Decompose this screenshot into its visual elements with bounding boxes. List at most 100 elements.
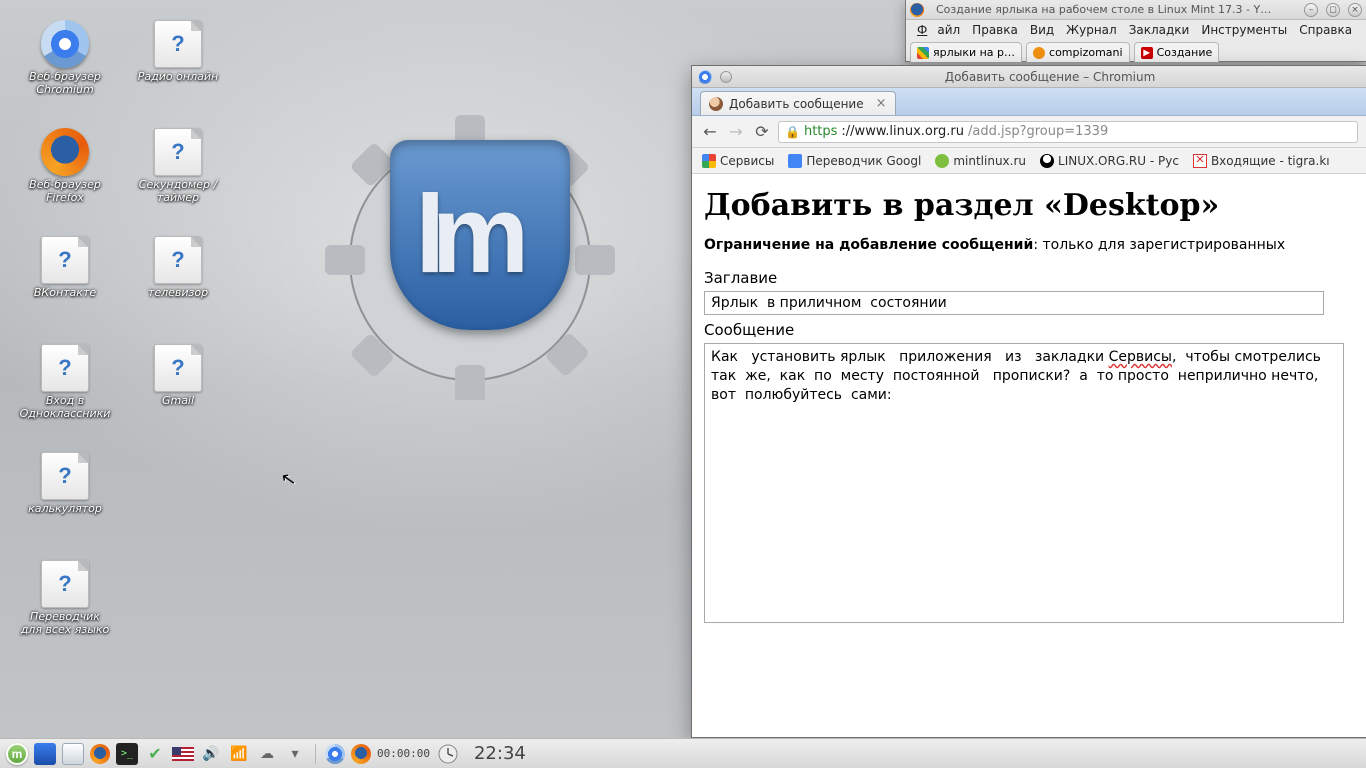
firefox-tab[interactable]: compizomani [1026, 42, 1130, 62]
desktop-icon-chromium[interactable]: Веб-браузер Chromium [15, 20, 115, 96]
google-favicon-icon [917, 47, 929, 59]
separator [315, 744, 316, 764]
window-title: Добавить сообщение – Chromium [734, 70, 1366, 84]
chromium-window[interactable]: Добавить сообщение – Chromium Добавить с… [691, 65, 1366, 738]
firefox-tab[interactable]: ярлыки на р… [910, 42, 1022, 62]
icon-label: Переводчик для всех языко [15, 610, 115, 636]
desktop-icon-translator[interactable]: Переводчик для всех языко [15, 560, 115, 636]
tab-label: Добавить сообщение [729, 97, 864, 111]
timer-applet[interactable]: 00:00:00 [377, 747, 430, 760]
terminal-launcher[interactable]: >_ [116, 743, 138, 765]
close-tab-icon[interactable]: × [876, 96, 887, 111]
tray-expand-icon[interactable]: ▾ [284, 743, 306, 765]
firefox-tab[interactable]: ▶Создание [1134, 42, 1220, 62]
unknown-file-icon [41, 236, 89, 284]
icon-label: Вход в Одноклассники [15, 394, 115, 420]
bookmark-mintlinux[interactable]: mintlinux.ru [935, 154, 1026, 168]
firefox-launcher[interactable] [90, 744, 110, 764]
file-manager-button[interactable] [62, 743, 84, 765]
weather-icon[interactable]: ☁ [256, 743, 278, 765]
chromium-tabstrip[interactable]: Добавить сообщение × [692, 88, 1366, 116]
bookmark-gmail[interactable]: Входящие - tigra.kı [1193, 154, 1330, 168]
close-button[interactable]: × [1348, 3, 1362, 17]
bookmark-google-translate[interactable]: Переводчик Googl [788, 154, 921, 168]
desktop-icon-vk[interactable]: ВКонтакте [15, 236, 115, 299]
desktop[interactable]: lm Веб-браузер Chromium Веб-браузер Fire… [0, 0, 1366, 768]
title-label: Заглавие [704, 269, 1354, 287]
url-scheme: https [804, 124, 837, 139]
favicon-icon [1033, 47, 1045, 59]
mint-menu-button[interactable]: m [6, 743, 28, 765]
minimize-button[interactable]: – [1304, 3, 1318, 17]
menu-view[interactable]: Вид [1025, 22, 1059, 38]
restriction-text: Ограничение на добавление сообщений: тол… [704, 237, 1354, 253]
message-label: Сообщение [704, 321, 1354, 339]
bookmark-apps[interactable]: Сервисы [702, 154, 774, 168]
chromium-bookmark-bar: Сервисы Переводчик Googl mintlinux.ru LI… [692, 148, 1366, 174]
url-path: /add.jsp?group=1339 [968, 124, 1108, 139]
firefox-icon [41, 128, 89, 176]
icon-label: телевизор [128, 286, 228, 299]
menu-help[interactable]: Справка [1294, 22, 1357, 38]
icon-label: ВКонтакте [15, 286, 115, 299]
mouse-cursor-icon: ↖ [279, 468, 298, 491]
firefox-taskbar-button[interactable] [351, 744, 371, 764]
menu-bookmarks[interactable]: Закладки [1124, 22, 1195, 38]
unknown-file-icon [154, 128, 202, 176]
taskbar[interactable]: m >_ ✔ 🔊 📶 ☁ ▾ 00:00:00 22:34 [0, 738, 1366, 768]
reload-button[interactable]: ⟳ [752, 122, 772, 141]
title-input[interactable] [704, 291, 1324, 315]
unknown-file-icon [154, 20, 202, 68]
mint-icon [935, 154, 949, 168]
firefox-tabstrip[interactable]: ярлыки на р… compizomani ▶Создание [906, 40, 1366, 62]
menu-tools[interactable]: Инструменты [1196, 22, 1292, 38]
network-icon[interactable]: 📶 [228, 743, 250, 765]
desktop-icon-gmail[interactable]: Gmail [128, 344, 228, 407]
firefox-menubar[interactable]: Файл Правка Вид Журнал Закладки Инструме… [906, 20, 1366, 40]
page-heading: Добавить в раздел «Desktop» [704, 188, 1354, 223]
unknown-file-icon [154, 344, 202, 392]
back-button[interactable]: ← [700, 122, 720, 141]
firefox-window[interactable]: Создание ярлыка на рабочем столе в Linux… [905, 0, 1366, 62]
message-textarea[interactable]: Как установить ярлык приложения из закла… [704, 343, 1344, 623]
unknown-file-icon [41, 452, 89, 500]
lock-icon: 🔒 [785, 125, 800, 139]
firefox-titlebar[interactable]: Создание ярлыка на рабочем столе в Linux… [906, 0, 1366, 20]
menu-file[interactable]: Файл [912, 22, 965, 38]
address-bar[interactable]: 🔒 https://www.linux.org.ru/add.jsp?group… [778, 121, 1358, 143]
analog-clock-icon [436, 743, 464, 765]
desktop-icon-calculator[interactable]: калькулятор [15, 452, 115, 515]
icon-label: Веб-браузер Firefox [15, 178, 115, 204]
menu-journal[interactable]: Журнал [1061, 22, 1122, 38]
menu-edit[interactable]: Правка [967, 22, 1023, 38]
forward-button[interactable]: → [726, 122, 746, 141]
icon-label: Секундомер / таймер [128, 178, 228, 204]
tux-icon [1040, 154, 1054, 168]
unknown-file-icon [154, 236, 202, 284]
desktop-icon-firefox[interactable]: Веб-браузер Firefox [15, 128, 115, 204]
maximize-button[interactable]: ◻ [1326, 3, 1340, 17]
icon-label: Радио онлайн [128, 70, 228, 83]
chromium-taskbar-button[interactable] [325, 744, 345, 764]
gmail-icon [1193, 154, 1207, 168]
clock[interactable]: 22:34 [474, 743, 526, 764]
show-desktop-button[interactable] [34, 743, 56, 765]
mint-logo: lm [300, 110, 630, 400]
bookmark-lor[interactable]: LINUX.ORG.RU - Рус [1040, 154, 1179, 168]
keyboard-layout-indicator[interactable] [172, 747, 194, 761]
desktop-icon-stopwatch[interactable]: Секундомер / таймер [128, 128, 228, 204]
desktop-icon-tv[interactable]: телевизор [128, 236, 228, 299]
volume-icon[interactable]: 🔊 [200, 743, 222, 765]
chromium-icon [41, 20, 89, 68]
shield-icon[interactable]: ✔ [144, 743, 166, 765]
desktop-icon-odnoklassniki[interactable]: Вход в Одноклассники [15, 344, 115, 420]
desktop-icon-radio[interactable]: Радио онлайн [128, 20, 228, 83]
chromium-titlebar[interactable]: Добавить сообщение – Chromium [692, 66, 1366, 88]
unknown-file-icon [41, 344, 89, 392]
chromium-toolbar: ← → ⟳ 🔒 https://www.linux.org.ru/add.jsp… [692, 116, 1366, 148]
favicon-icon [709, 97, 723, 111]
firefox-icon [910, 3, 924, 17]
icon-label: Gmail [128, 394, 228, 407]
chromium-tab[interactable]: Добавить сообщение × [700, 91, 896, 115]
apps-icon [702, 154, 716, 168]
